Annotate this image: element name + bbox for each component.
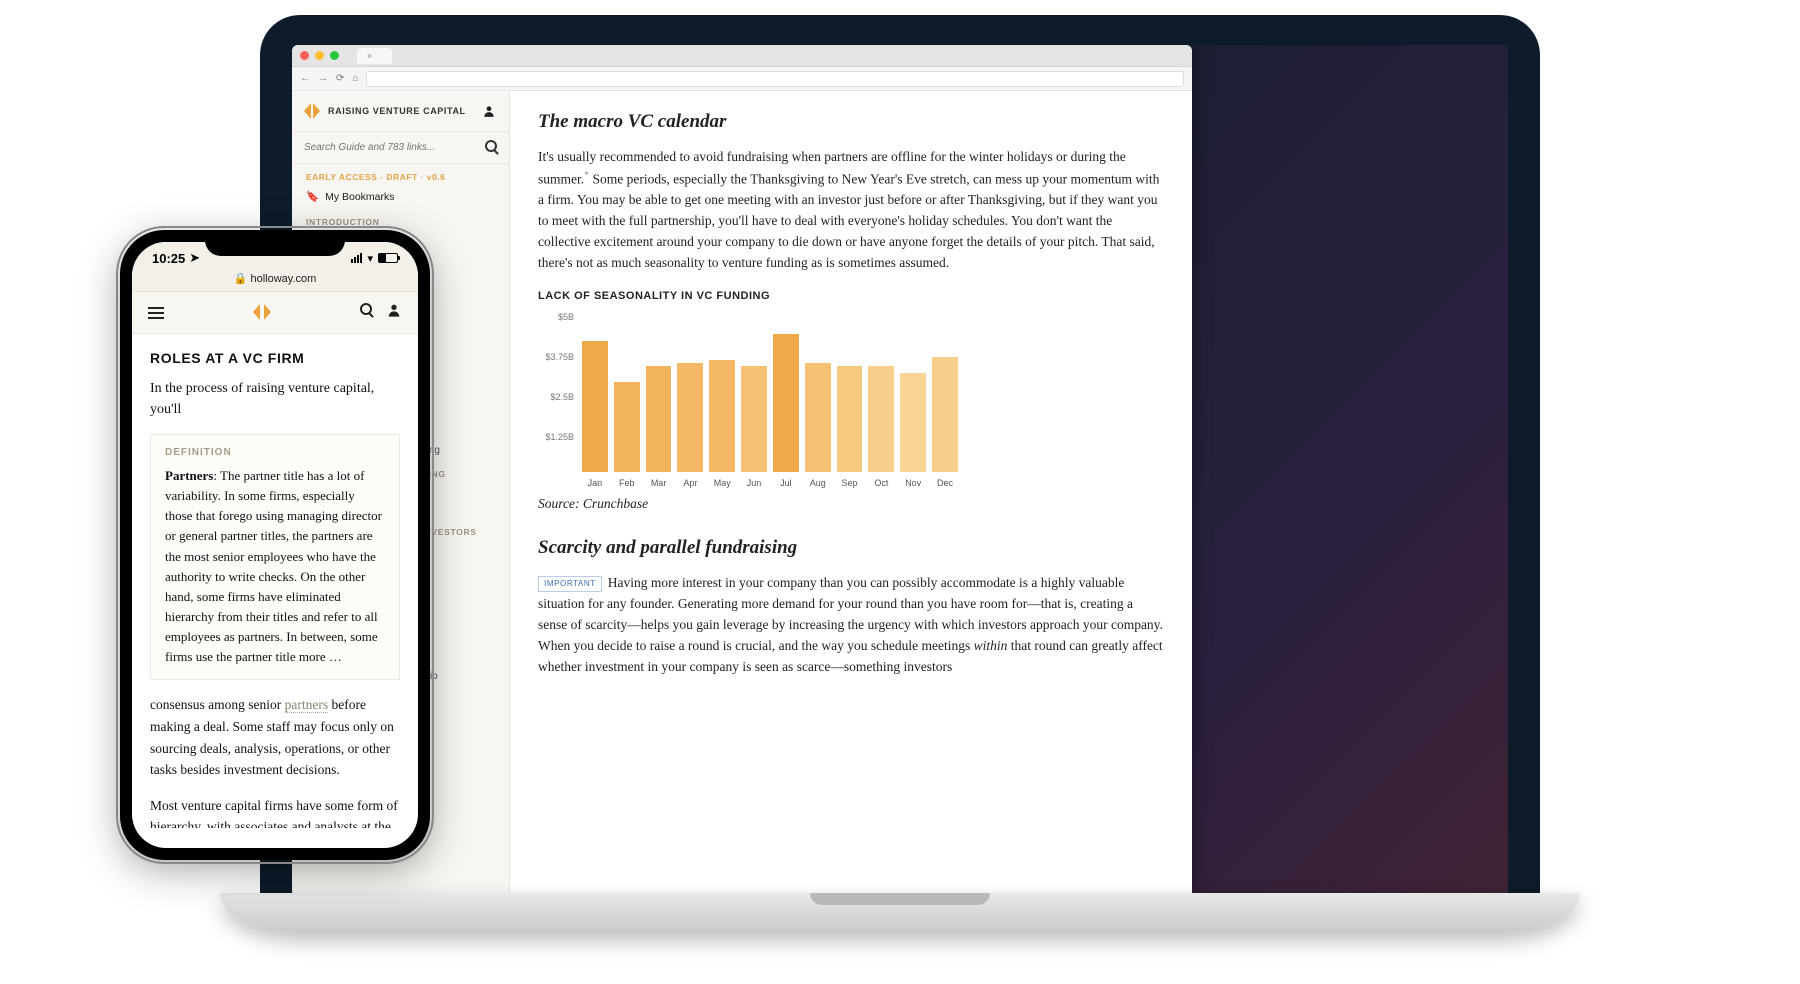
sidebar-item-bookmarks[interactable]: 🔖 My Bookmarks [292, 186, 509, 207]
article-lead: In the process of raising venture capita… [150, 378, 400, 420]
sidebar-search[interactable] [292, 132, 509, 164]
phone-notch [205, 230, 345, 256]
location-icon: ➤ [189, 250, 200, 266]
holloway-logo-icon[interactable] [253, 304, 271, 322]
search-icon[interactable] [485, 140, 497, 155]
x-tick: Dec [932, 478, 958, 488]
home-icon[interactable]: ⌂ [352, 73, 358, 84]
article-paragraph: consensus among senior partners before m… [150, 694, 400, 780]
x-tick: May [709, 478, 735, 488]
article-content: The macro VC calendar It's usually recom… [510, 91, 1192, 895]
article-paragraph: It's usually recommended to avoid fundra… [538, 147, 1164, 274]
search-icon[interactable] [360, 302, 372, 323]
bar-Dec [932, 357, 958, 472]
signal-icon [351, 253, 362, 263]
x-tick: Oct [868, 478, 894, 488]
card-label: DEFINITION [165, 447, 385, 458]
bar-Jul [773, 334, 799, 472]
maximize-window-icon[interactable] [330, 51, 339, 60]
guide-title: RAISING VENTURE CAPITAL [328, 106, 466, 116]
bar-Sep [837, 366, 863, 472]
laptop-screen: × ← → ⟳ ⌂ RAISING VENTURE CAP [292, 45, 1508, 895]
article-heading-2: Scarcity and parallel fundraising [538, 537, 1164, 559]
x-tick: Mar [646, 478, 672, 488]
x-tick: Jul [773, 478, 799, 488]
lock-icon: 🔒 [234, 273, 248, 285]
wifi-icon: ▾ [367, 252, 373, 265]
article-heading: ROLES AT A VC FIRM [150, 350, 400, 366]
bar-Oct [868, 366, 894, 472]
brand[interactable]: RAISING VENTURE CAPITAL [304, 103, 466, 119]
inline-link[interactable]: partners [285, 697, 328, 713]
bar-Jan [582, 341, 608, 472]
bar-Jun [741, 366, 767, 472]
y-tick: $2.5B [550, 392, 574, 402]
article-paragraph: Most venture capital firms have some for… [150, 795, 400, 828]
chart-title: LACK OF SEASONALITY IN VC FUNDING [538, 290, 1164, 302]
sidebar-item-label: My Bookmarks [325, 191, 394, 203]
text-run: Some periods, especially the Thanksgivin… [538, 171, 1159, 270]
phone-mockup: 10:25 ➤ ▾ 🔒 holloway.com ROLES [120, 230, 430, 860]
y-tick: $5B [558, 312, 574, 322]
y-tick: $3.75B [545, 352, 574, 362]
battery-icon [378, 253, 398, 263]
desktop-wallpaper [1192, 45, 1508, 895]
phone-app-bar [132, 292, 418, 334]
search-input[interactable] [304, 142, 485, 153]
x-axis-labels: Jan Feb Mar Apr May Jun Jul Aug Sep Oct Nov Dec [582, 478, 958, 488]
bar-Nov [900, 373, 926, 472]
x-tick: Sep [837, 478, 863, 488]
browser-toolbar: ← → ⟳ ⌂ [292, 67, 1192, 91]
minimize-window-icon[interactable] [315, 51, 324, 60]
laptop-body: × ← → ⟳ ⌂ RAISING VENTURE CAP [260, 15, 1540, 895]
browser-tab[interactable]: × [357, 48, 392, 64]
bar-Mar [646, 366, 672, 472]
bar-Aug [805, 363, 831, 472]
bar-May [709, 360, 735, 472]
chart-bars [582, 312, 958, 472]
important-badge: IMPORTANT [538, 576, 602, 592]
chart-source: Source: Crunchbase [538, 494, 1164, 515]
text-run: consensus among senior [150, 697, 285, 712]
text-strong: Partners [165, 468, 213, 483]
x-tick: Jan [582, 478, 608, 488]
account-icon[interactable] [386, 302, 402, 323]
sidebar-header: RAISING VENTURE CAPITAL [292, 91, 509, 132]
address-bar[interactable] [366, 71, 1184, 87]
phone-article: ROLES AT A VC FIRM In the process of rai… [132, 334, 418, 828]
card-body: Partners: The partner title has a lot of… [165, 466, 385, 667]
draft-label: EARLY ACCESS · DRAFT · v0.6 [292, 164, 509, 186]
article-heading: The macro VC calendar [538, 111, 1164, 133]
x-tick: Jun [741, 478, 767, 488]
bar-Apr [677, 363, 703, 472]
phone-screen: 10:25 ➤ ▾ 🔒 holloway.com ROLES [132, 242, 418, 848]
url-text: holloway.com [250, 273, 316, 285]
x-tick: Feb [614, 478, 640, 488]
y-axis-labels: $5B $3.75B $2.5B $1.25B [538, 312, 574, 472]
text-run: : The partner title has a lot of variabi… [165, 468, 382, 664]
phone-url-bar[interactable]: 🔒 holloway.com [132, 270, 418, 292]
laptop-base [220, 893, 1580, 933]
reload-icon[interactable]: ⟳ [336, 73, 344, 84]
account-icon[interactable] [481, 103, 497, 119]
bar-Feb [614, 382, 640, 472]
x-tick: Aug [805, 478, 831, 488]
text-run-italic: within [974, 638, 1008, 653]
laptop-hinge-notch [810, 893, 990, 905]
menu-icon[interactable] [148, 307, 164, 319]
definition-card: DEFINITION Partners: The partner title h… [150, 434, 400, 680]
status-time: 10:25 [152, 251, 185, 266]
bookmark-icon: 🔖 [306, 190, 319, 203]
forward-icon[interactable]: → [318, 73, 328, 84]
browser-tab-bar: × [292, 45, 1192, 67]
bar-chart: $5B$3.75B$2.5B$1.25B JanFebMarAprMayJunJ… [538, 312, 958, 488]
close-window-icon[interactable] [300, 51, 309, 60]
x-tick: Nov [900, 478, 926, 488]
x-tick: Apr [677, 478, 703, 488]
back-icon[interactable]: ← [300, 73, 310, 84]
article-paragraph: IMPORTANTHaving more interest in your co… [538, 573, 1164, 678]
holloway-logo-icon [304, 103, 320, 119]
y-tick: $1.25B [545, 432, 574, 442]
